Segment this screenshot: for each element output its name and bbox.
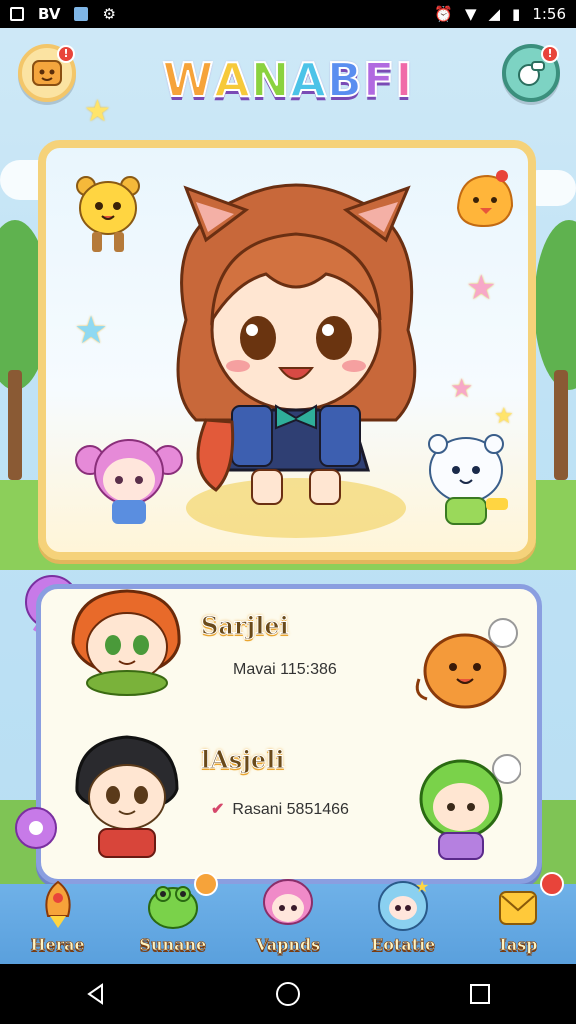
nav-label: Vapnds	[255, 935, 321, 955]
nav-item-vapnds[interactable]: Vapnds	[230, 879, 345, 964]
notification-badge	[194, 872, 219, 896]
logo-letter: A	[289, 52, 327, 108]
logo-letter: B	[326, 52, 363, 108]
back-icon	[87, 983, 103, 1005]
friend-detail: ✔ Rasani 5851466	[211, 799, 349, 819]
recents-icon	[470, 984, 490, 1004]
status-time: 1:56	[532, 5, 566, 23]
nav-label: Herae	[30, 935, 85, 955]
wifi-icon: ▼	[464, 5, 477, 23]
battery-icon: ▮	[512, 5, 521, 23]
status-left: BV ⚙	[10, 5, 116, 23]
system-nav-bar	[0, 964, 576, 1024]
chat-bubble-icon[interactable]	[12, 806, 60, 854]
notification-badge: !	[57, 45, 75, 63]
star-icon: ★	[74, 308, 109, 352]
image-icon	[74, 7, 89, 21]
logo-letter: A	[213, 52, 251, 108]
friend-avatar-orange-hair-boy[interactable]	[63, 583, 189, 699]
signal-icon: ◢	[488, 5, 501, 23]
character-stage[interactable]: ★ ★ ★ ★	[38, 140, 536, 560]
friend-name[interactable]: Sarjlei	[201, 611, 290, 641]
logo-letter: N	[250, 52, 291, 108]
recents-button[interactable]	[450, 974, 510, 1014]
whistle-icon	[518, 61, 545, 86]
bv-icon: BV	[38, 5, 61, 23]
settings-icon: ⚙	[102, 5, 116, 23]
star-icon: ★	[84, 94, 111, 129]
notification-badge	[540, 872, 565, 896]
friend-name[interactable]: lAsjeli	[200, 745, 284, 775]
friend-pet-green-hair-girl[interactable]	[409, 749, 521, 865]
girl-icon	[263, 879, 313, 925]
nav-label: Iasp	[499, 935, 538, 955]
globe-icon: ★	[378, 877, 430, 931]
svg-text:★: ★	[415, 877, 429, 896]
friend-avatar-black-hair-boy[interactable]	[63, 731, 189, 861]
check-icon: ✔	[211, 801, 225, 818]
nav-label: Eotatie	[371, 935, 436, 955]
rocket-icon	[44, 880, 71, 928]
chick[interactable]	[450, 168, 520, 232]
friend-pet-orange-cat[interactable]	[411, 615, 523, 713]
tree	[534, 220, 576, 480]
nav-item-eotatie[interactable]: ★ Eotatie	[346, 877, 461, 964]
friend-detail-text: Rasani 5851466	[232, 801, 349, 818]
nav-label: Sunane	[139, 935, 207, 955]
pink-hair-girl[interactable]	[74, 430, 184, 526]
nav-item-sunane[interactable]: Sunane	[115, 872, 230, 964]
image-icon	[10, 7, 24, 21]
bottom-nav: Herae Sunane Vapnds ★ Eotatie Iasp	[0, 872, 576, 964]
notification-badge: !	[541, 45, 559, 63]
status-right: ⏰ ▼ ◢ ▮ 1:56	[434, 5, 566, 23]
nav-item-iasp[interactable]: Iasp	[461, 872, 576, 964]
logo-letter: F	[362, 52, 396, 108]
star-icon: ★	[450, 374, 474, 404]
whistle-button[interactable]: !	[502, 44, 560, 102]
yellow-bear[interactable]	[72, 170, 144, 256]
white-bunny[interactable]	[420, 430, 512, 530]
star-icon: ★	[494, 404, 514, 429]
nav-item-herae[interactable]: Herae	[0, 880, 115, 964]
game-logo: W A N A B F I	[140, 48, 436, 112]
friends-panel: Sarjlei Mavai 115:386 lAsjeli ✔ Rasani 58…	[36, 584, 542, 884]
back-button[interactable]	[66, 974, 126, 1014]
alarm-icon: ⏰	[434, 5, 453, 23]
logo-letter: W	[161, 52, 215, 108]
star-icon: ★	[466, 268, 497, 308]
status-bar: BV ⚙ ⏰ ▼ ◢ ▮ 1:56	[0, 0, 576, 28]
logo-letter: I	[394, 52, 414, 108]
home-button[interactable]	[258, 974, 318, 1014]
home-icon	[276, 982, 300, 1006]
main-character[interactable]	[146, 170, 446, 510]
friend-detail: Mavai 115:386	[233, 661, 337, 678]
profile-button[interactable]: !	[18, 44, 76, 102]
